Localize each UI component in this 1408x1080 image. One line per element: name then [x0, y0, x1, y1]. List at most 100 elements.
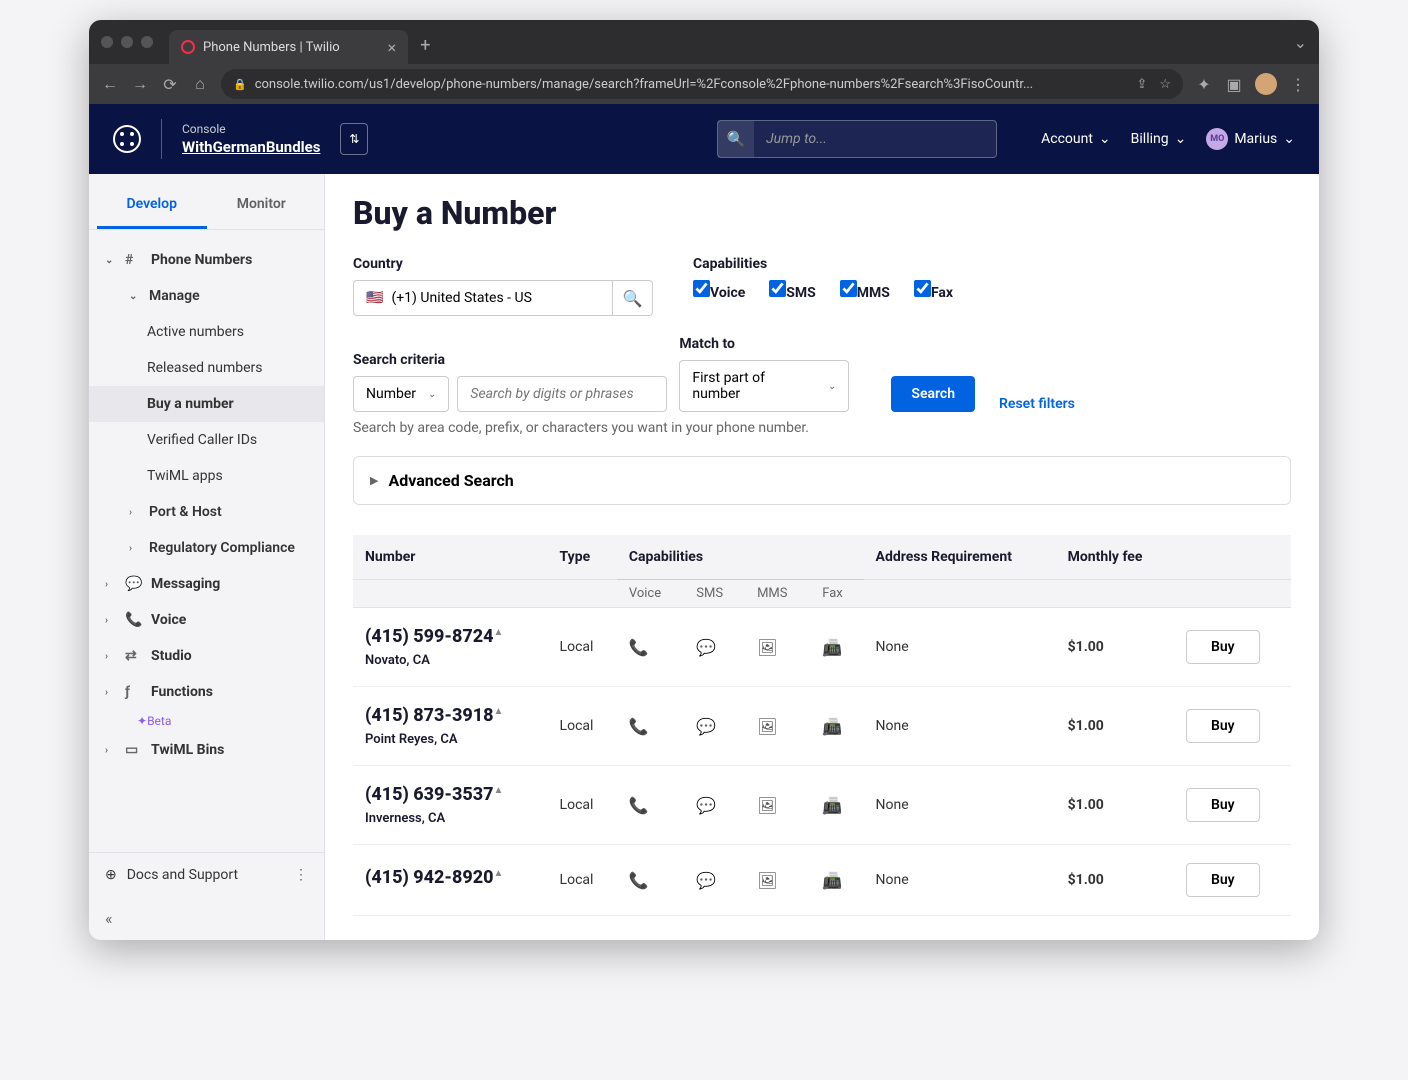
col-fee: Monthly fee: [1056, 535, 1174, 580]
table-row: (415) 942-8920▲ Local 📞 💬 🖼 📠 None $1.00…: [353, 845, 1291, 916]
digits-input[interactable]: [457, 376, 667, 412]
twilio-logo-icon[interactable]: [113, 125, 141, 153]
account-switcher[interactable]: ⇅: [340, 123, 368, 155]
cap-voice[interactable]: Voice: [693, 280, 745, 301]
sidebar-item-twiml-bins[interactable]: ›▭TwiML Bins: [89, 732, 324, 768]
user-menu[interactable]: MO Marius⌄: [1206, 128, 1295, 150]
criteria-select[interactable]: Number⌄: [353, 376, 449, 412]
sidebar-item-buy-number[interactable]: Buy a number: [89, 386, 324, 422]
account-menu[interactable]: Account⌄: [1041, 131, 1111, 147]
share-icon[interactable]: ⇪: [1136, 77, 1147, 92]
fee-cell: $1.00: [1056, 766, 1174, 845]
type-cell: Local: [548, 766, 617, 845]
window-controls[interactable]: [101, 36, 153, 48]
browser-toolbar: ← → ⟳ ⌂ 🔒 console.twilio.com/us1/develop…: [89, 64, 1319, 104]
search-button[interactable]: Search: [891, 376, 975, 412]
sidebar-item-twiml-apps[interactable]: TwiML apps: [89, 458, 324, 494]
sidebar-item-released-numbers[interactable]: Released numbers: [89, 350, 324, 386]
search-icon[interactable]: 🔍: [718, 121, 754, 157]
location: Point Reyes, CA: [365, 732, 536, 747]
browser-tab-bar: Phone Numbers | Twilio × + ⌄: [89, 20, 1319, 64]
sidebar-item-voice[interactable]: ›📞Voice: [89, 602, 324, 638]
tab-monitor[interactable]: Monitor: [207, 182, 317, 229]
buy-button[interactable]: Buy: [1186, 709, 1260, 743]
extensions-icon[interactable]: ✦: [1195, 75, 1213, 93]
sidebar-item-active-numbers[interactable]: Active numbers: [89, 314, 324, 350]
cap-sms[interactable]: SMS: [769, 280, 816, 301]
sms-icon: 💬: [684, 845, 745, 916]
criteria-label: Search criteria: [353, 352, 667, 368]
forward-icon[interactable]: →: [131, 75, 149, 93]
account-name[interactable]: WithGermanBundles: [182, 138, 320, 156]
beta-badge: ✦Beta: [137, 710, 324, 732]
sidebar-item-port-host[interactable]: ›Port & Host: [89, 494, 324, 530]
close-tab-icon[interactable]: ×: [388, 38, 397, 57]
tab-develop[interactable]: Develop: [97, 182, 207, 229]
addr-cell: None: [864, 608, 1056, 687]
sidebar-item-phone-numbers[interactable]: ⌄#Phone Numbers: [89, 242, 324, 278]
advanced-search-toggle[interactable]: ▶ Advanced Search: [353, 456, 1291, 505]
jump-to-input[interactable]: Jump to...: [754, 121, 996, 157]
browser-avatar[interactable]: [1255, 73, 1277, 95]
phone-number: (415) 942-8920▲: [365, 867, 536, 888]
buy-button[interactable]: Buy: [1186, 630, 1260, 664]
cap-mms[interactable]: MMS: [840, 280, 890, 301]
fee-cell: $1.00: [1056, 608, 1174, 687]
sidebar: Develop Monitor ⌄#Phone Numbers ⌄Manage …: [89, 174, 325, 940]
col-number: Number: [353, 535, 548, 580]
tab-title: Phone Numbers | Twilio: [203, 40, 340, 55]
sms-icon: 💬: [684, 766, 745, 845]
sidebar-item-verified-caller-ids[interactable]: Verified Caller IDs: [89, 422, 324, 458]
type-cell: Local: [548, 687, 617, 766]
voice-icon: 📞: [617, 687, 684, 766]
buy-button[interactable]: Buy: [1186, 788, 1260, 822]
billing-menu[interactable]: Billing⌄: [1131, 131, 1187, 147]
back-icon[interactable]: ←: [101, 75, 119, 93]
cap-fax[interactable]: Fax: [914, 280, 953, 301]
flag-icon: 🇺🇸: [366, 290, 383, 306]
lock-icon: 🔒: [233, 78, 247, 91]
sidebar-item-manage[interactable]: ⌄Manage: [89, 278, 324, 314]
table-row: (415) 599-8724▲Novato, CA Local 📞 💬 🖼 📠 …: [353, 608, 1291, 687]
triangle-right-icon: ▶: [370, 474, 378, 487]
browser-tab[interactable]: Phone Numbers | Twilio ×: [169, 30, 408, 64]
match-label: Match to: [679, 336, 849, 352]
country-select[interactable]: 🇺🇸(+1) United States - US: [353, 280, 613, 316]
sidebar-item-messaging[interactable]: ›💬Messaging: [89, 566, 324, 602]
sidebar-item-regulatory[interactable]: ›Regulatory Compliance: [89, 530, 324, 566]
new-tab-button[interactable]: +: [420, 35, 430, 56]
col-capabilities: Capabilities: [617, 535, 864, 580]
sidebar-item-studio[interactable]: ›⇄Studio: [89, 638, 324, 674]
reload-icon[interactable]: ⟳: [161, 75, 179, 93]
buy-button[interactable]: Buy: [1186, 863, 1260, 897]
menu-icon[interactable]: ⋮: [1289, 75, 1307, 93]
console-label: Console: [182, 122, 320, 136]
home-icon[interactable]: ⌂: [191, 75, 209, 93]
type-cell: Local: [548, 608, 617, 687]
sms-icon: 💬: [684, 687, 745, 766]
docs-support[interactable]: ⊕ Docs and Support ⋮: [89, 852, 324, 897]
kebab-icon[interactable]: ⋮: [294, 867, 308, 883]
match-select[interactable]: First part of number⌄: [679, 360, 849, 412]
sidebar-item-functions[interactable]: ›ƒFunctions: [89, 674, 324, 710]
hash-icon: #: [125, 252, 143, 268]
sms-icon: 💬: [684, 608, 745, 687]
page-title: Buy a Number: [353, 194, 1291, 232]
star-icon[interactable]: ☆: [1159, 77, 1171, 92]
country-search-icon[interactable]: 🔍: [613, 280, 653, 316]
main-content: Buy a Number Country 🇺🇸(+1) United State…: [325, 174, 1319, 940]
addr-cell: None: [864, 687, 1056, 766]
sidepanel-icon[interactable]: ▣: [1225, 75, 1243, 93]
chevron-down-icon[interactable]: ⌄: [1294, 33, 1307, 52]
reset-filters-link[interactable]: Reset filters: [999, 396, 1075, 412]
fee-cell: $1.00: [1056, 845, 1174, 916]
collapse-sidebar[interactable]: «: [89, 897, 324, 940]
fax-icon: 📠: [810, 687, 863, 766]
mms-icon: 🖼: [745, 687, 810, 766]
fee-cell: $1.00: [1056, 687, 1174, 766]
globe-icon: ⊕: [105, 867, 117, 883]
table-row: (415) 873-3918▲Point Reyes, CA Local 📞 💬…: [353, 687, 1291, 766]
url-bar[interactable]: 🔒 console.twilio.com/us1/develop/phone-n…: [221, 69, 1183, 99]
search-hint: Search by area code, prefix, or characte…: [353, 420, 1291, 436]
voice-icon: 📞: [617, 766, 684, 845]
